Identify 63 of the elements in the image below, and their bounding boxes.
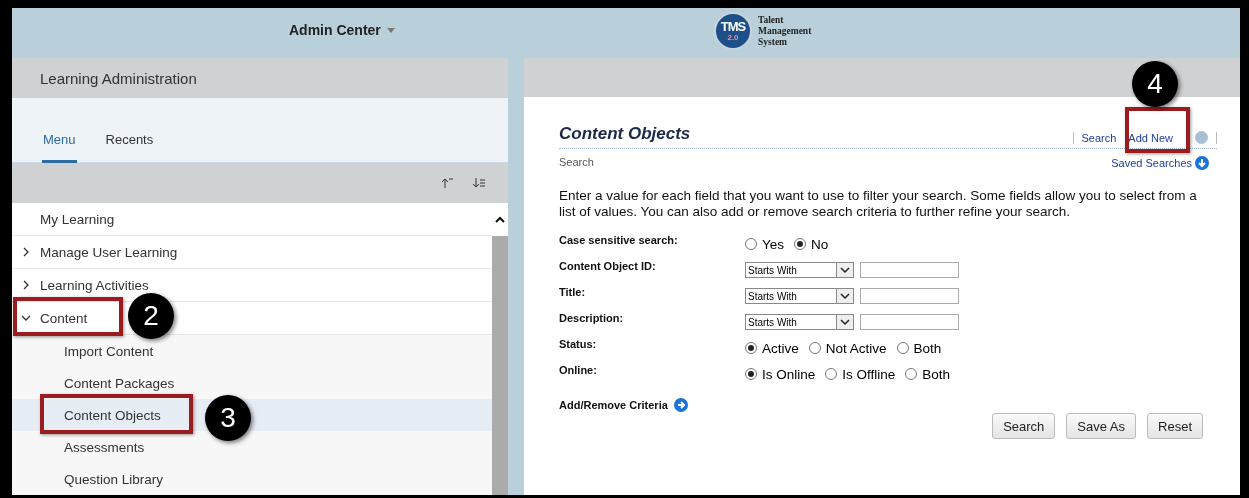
chevron-down-icon xyxy=(840,266,850,274)
tms-logo: TMS 2.0 xyxy=(714,12,752,50)
input-field[interactable] xyxy=(860,288,959,304)
menu-item[interactable]: Question Library xyxy=(12,463,492,495)
menu-item[interactable]: Import Content xyxy=(12,335,492,367)
field-label: Title: xyxy=(559,286,587,298)
saved-searches-link[interactable]: Saved Searches xyxy=(1111,156,1209,170)
caret-icon xyxy=(385,26,396,34)
field-label: Content Object ID: xyxy=(559,260,657,272)
arrow-right-icon[interactable] xyxy=(673,398,688,412)
radio-button[interactable] xyxy=(905,368,918,380)
option-label: Is Online xyxy=(762,366,816,382)
menu-item[interactable]: Assessments xyxy=(12,431,492,463)
action-button[interactable]: Save As xyxy=(1066,413,1137,439)
instructions-text: Enter a value for each field that you want to use to filter your search. Some fields allow you to select from a list of values. You can also add or remove search criteria to further refine your search. xyxy=(559,188,1198,220)
radio-button[interactable] xyxy=(745,368,757,380)
admin-center-menu[interactable]: Admin Center xyxy=(289,22,396,38)
field-label: Status: xyxy=(559,338,598,350)
logo-text: System xyxy=(758,36,789,48)
chevron-down-icon[interactable] xyxy=(21,314,31,322)
radio-button[interactable] xyxy=(745,342,757,354)
sort-descending-icon[interactable] xyxy=(472,177,486,189)
chevron-right-icon[interactable] xyxy=(22,280,30,290)
option-label: Is Offline xyxy=(842,366,896,382)
operator-dropdown[interactable]: Starts With xyxy=(745,314,854,330)
panel-title: Learning Administration xyxy=(40,69,197,87)
field-label: Case sensitive search: xyxy=(559,234,679,246)
scrollbar-thumb[interactable] xyxy=(492,236,508,495)
menu-tab[interactable]: Recents xyxy=(104,132,155,163)
operator-dropdown[interactable]: Starts With xyxy=(745,288,854,304)
radio-button[interactable] xyxy=(825,368,838,380)
add-remove-criteria-link[interactable]: Add/Remove Criteria xyxy=(559,399,668,411)
sort-ascending-icon[interactable] xyxy=(441,177,454,189)
option-label: Yes xyxy=(762,236,785,252)
chevron-right-icon[interactable] xyxy=(22,247,30,257)
section-label: Search xyxy=(559,156,594,170)
input-field[interactable] xyxy=(860,314,959,330)
arrow-down-icon[interactable] xyxy=(1195,156,1209,170)
option-label: No xyxy=(811,236,829,252)
chevron-down-icon xyxy=(840,292,850,300)
highlight-frame xyxy=(1125,107,1190,153)
field-label: Online: xyxy=(559,364,598,376)
option-label: Active xyxy=(762,340,799,356)
page-title: Content Objects xyxy=(559,124,691,144)
field-label: Description: xyxy=(559,312,625,324)
option-label: Both xyxy=(922,366,951,382)
radio-button[interactable] xyxy=(794,238,807,250)
header-link[interactable]: Search xyxy=(1081,131,1117,144)
action-button[interactable]: Reset xyxy=(1147,413,1203,439)
logo-text: Talent xyxy=(758,14,785,26)
radio-button[interactable] xyxy=(745,238,757,250)
radio-button[interactable] xyxy=(808,342,821,354)
option-label: Both xyxy=(913,340,942,356)
logo-text: Management xyxy=(758,25,812,37)
action-button[interactable]: Search xyxy=(992,413,1056,439)
menu-item[interactable]: Content Packages xyxy=(12,367,492,399)
input-field[interactable] xyxy=(860,262,959,278)
scroll-up-icon[interactable] xyxy=(495,215,505,224)
radio-button[interactable] xyxy=(896,342,909,354)
header-link[interactable]: Add New xyxy=(1128,131,1173,144)
operator-dropdown[interactable]: Starts With xyxy=(745,262,854,278)
option-label: Not Active xyxy=(825,340,887,356)
chevron-down-icon xyxy=(840,318,850,326)
